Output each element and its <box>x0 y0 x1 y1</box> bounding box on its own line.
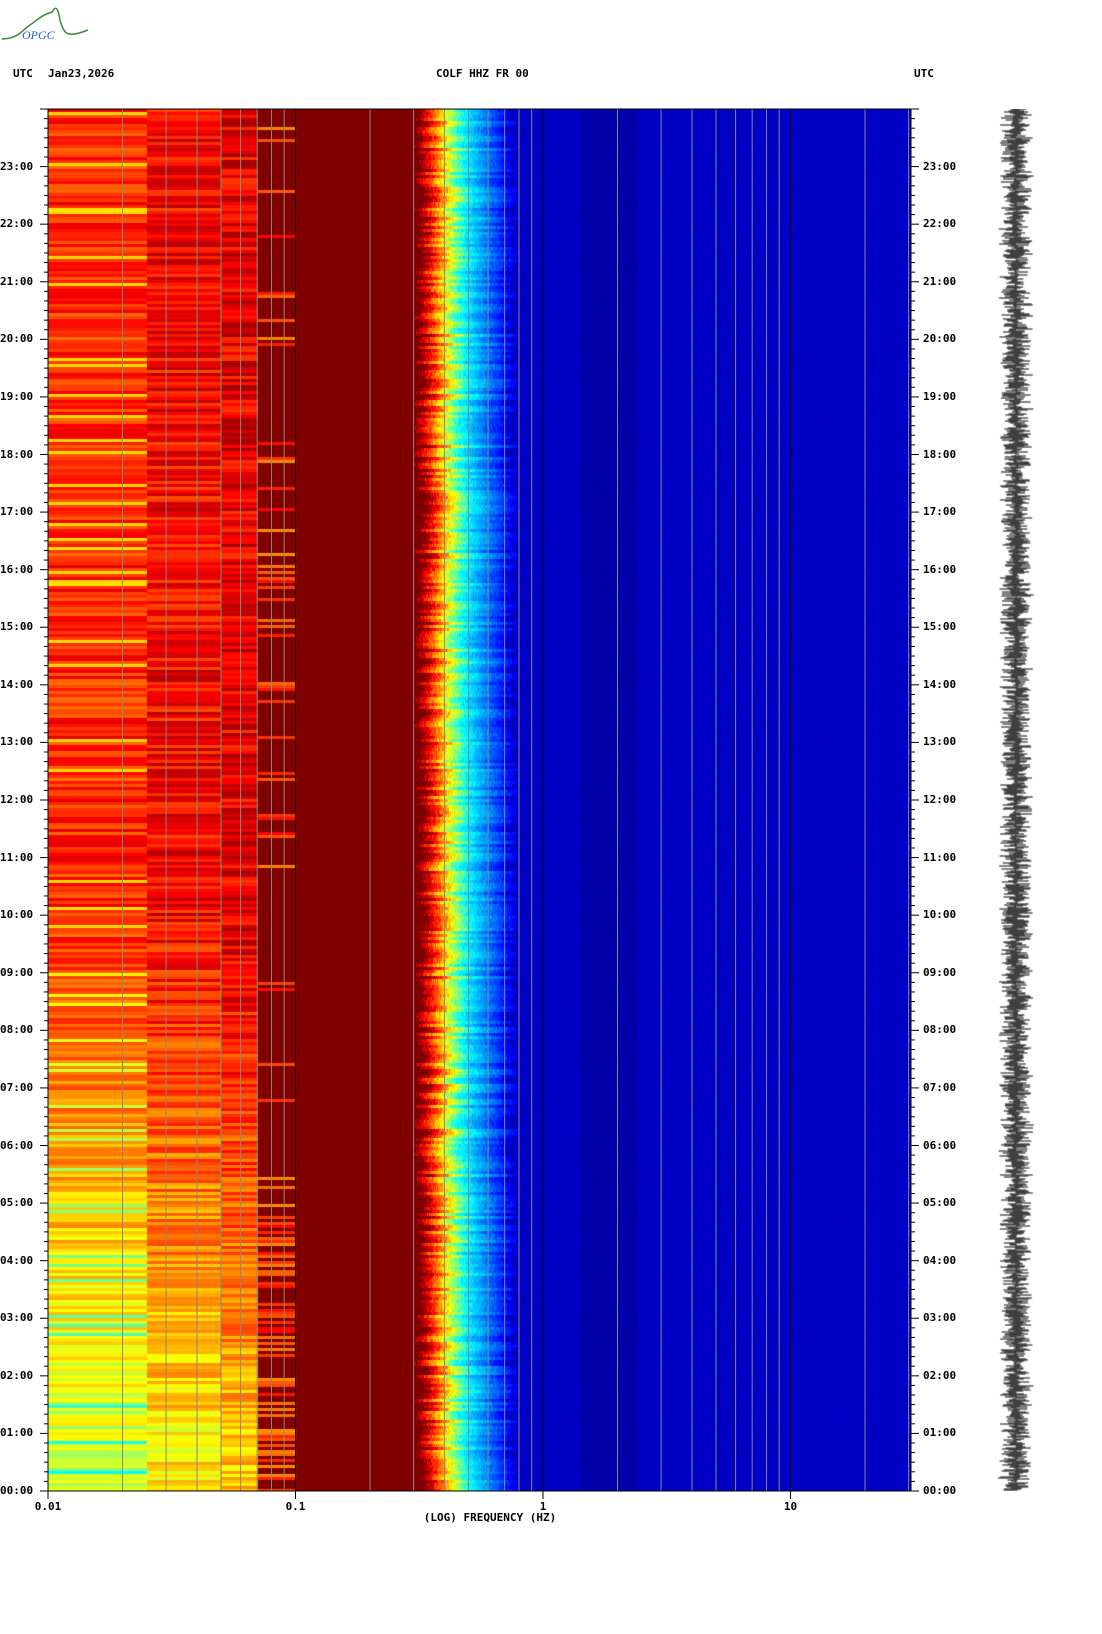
right-y-tick-label: 16:00 <box>923 562 957 576</box>
right-y-tick-label: 19:00 <box>923 389 957 403</box>
right-y-tick-label: 09:00 <box>923 965 957 979</box>
left-y-tick-label: 05:00 <box>0 1196 34 1210</box>
left-y-tick-label: 08:00 <box>0 1023 34 1037</box>
left-y-tick-label: 04:00 <box>0 1253 34 1267</box>
left-y-tick-label: 13:00 <box>0 735 34 749</box>
left-y-tick-label: 06:00 <box>0 1138 34 1152</box>
right-y-tick-label: 12:00 <box>923 793 957 806</box>
left-y-tick-label: 09:00 <box>0 965 34 979</box>
plot-frame <box>47 108 912 1492</box>
right-y-tick-label: 00:00 <box>923 1484 957 1497</box>
left-y-tick-label: 21:00 <box>0 274 34 288</box>
right-y-tick-label: 10:00 <box>923 908 957 922</box>
right-y-tick-label: 17:00 <box>923 505 957 519</box>
left-y-tick-label: 14:00 <box>0 677 34 691</box>
left-y-tick-label: 19:00 <box>0 389 34 403</box>
left-y-tick-label: 12:00 <box>0 793 34 806</box>
left-y-tick-label: 03:00 <box>0 1311 34 1325</box>
right-y-tick-label: 21:00 <box>923 274 957 288</box>
left-y-tick-label: 07:00 <box>0 1080 34 1094</box>
right-y-tick-label: 05:00 <box>923 1196 957 1210</box>
left-y-tick-label: 17:00 <box>0 505 34 519</box>
right-y-tick-label: 07:00 <box>923 1080 957 1094</box>
left-y-tick-label: 11:00 <box>0 850 34 864</box>
left-y-tick-label: 20:00 <box>0 332 34 346</box>
right-y-tick-label: 04:00 <box>923 1253 957 1267</box>
right-y-tick-label: 18:00 <box>923 447 957 461</box>
right-y-tick-label: 11:00 <box>923 850 957 864</box>
left-y-tick-label: 00:00 <box>0 1484 34 1497</box>
left-y-tick-label: 10:00 <box>0 908 34 922</box>
chart-axes <box>40 108 919 1499</box>
left-y-tick-label: 16:00 <box>0 562 34 576</box>
right-y-tick-label: 03:00 <box>923 1311 957 1325</box>
right-y-tick-label: 22:00 <box>923 217 957 231</box>
x-tick-label: 0.01 <box>34 1500 62 1513</box>
right-y-tick-label: 15:00 <box>923 620 957 634</box>
right-y-tick-label: 20:00 <box>923 332 957 346</box>
x-tick-label: 10 <box>783 1500 798 1513</box>
x-axis-title: (LOG) FREQUENCY (HZ) <box>423 1511 557 1524</box>
right-y-tick-label: 14:00 <box>923 677 957 691</box>
left-y-tick-label: 18:00 <box>0 447 34 461</box>
left-y-tick-label: 22:00 <box>0 217 34 231</box>
right-y-tick-label: 01:00 <box>923 1426 957 1440</box>
right-y-tick-label: 23:00 <box>923 159 957 173</box>
left-y-tick-label: 01:00 <box>0 1426 34 1440</box>
left-y-tick-label: 02:00 <box>0 1368 34 1382</box>
left-y-tick-label: 23:00 <box>0 159 34 173</box>
left-y-tick-label: 15:00 <box>0 620 34 634</box>
right-y-tick-label: 08:00 <box>923 1023 957 1037</box>
x-tick-label: 0.1 <box>285 1500 306 1513</box>
right-y-tick-label: 06:00 <box>923 1138 957 1152</box>
right-y-tick-label: 02:00 <box>923 1368 957 1382</box>
right-y-tick-label: 13:00 <box>923 735 957 749</box>
